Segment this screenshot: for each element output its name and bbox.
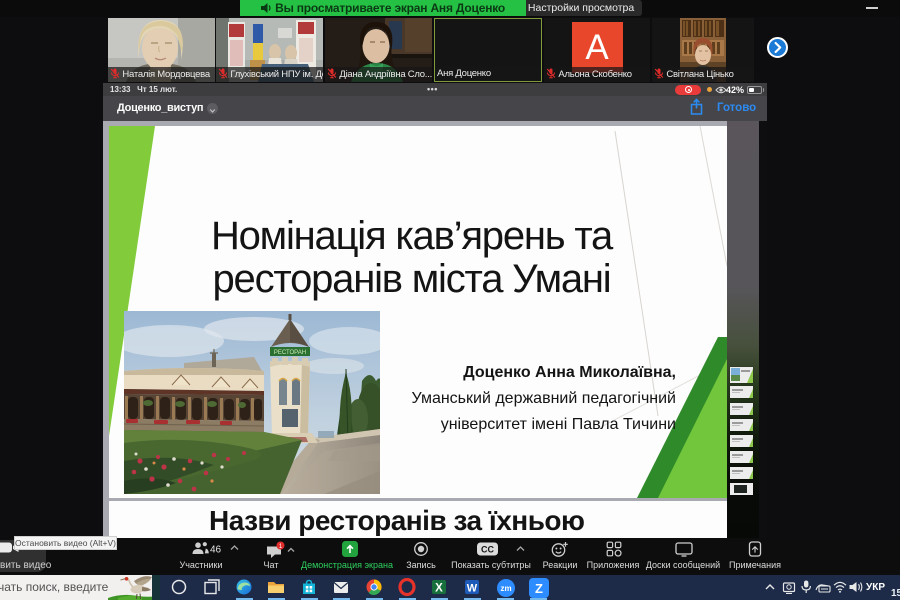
svg-text:РЕСТОРАН: РЕСТОРАН	[274, 350, 306, 356]
svg-text:Z: Z	[535, 581, 543, 596]
svg-text:46: 46	[210, 545, 222, 556]
svg-text:zm: zm	[500, 584, 511, 593]
svg-text:CC: CC	[481, 545, 494, 555]
svg-text:W: W	[467, 583, 478, 595]
svg-text:X: X	[435, 583, 443, 595]
